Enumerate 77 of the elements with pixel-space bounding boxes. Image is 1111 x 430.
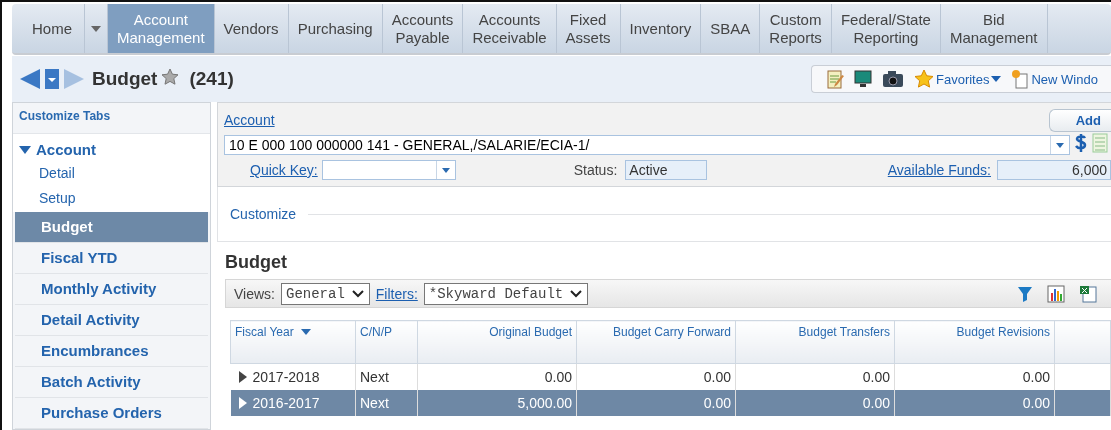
table-cell: 0.00: [862, 395, 890, 411]
column-header[interactable]: Original Budget: [417, 320, 577, 364]
quick-key-field[interactable]: [321, 160, 456, 180]
account-section-header[interactable]: Account: [13, 134, 210, 162]
account-field[interactable]: 10 E 000 100 000000 141 - GENERAL,/SALARIE/ECIA-1/: [224, 135, 1070, 155]
add-button[interactable]: Add: [1048, 108, 1111, 132]
table-cell: 0.00: [862, 369, 890, 385]
column-header[interactable]: Budget Revisions: [894, 320, 1055, 364]
sidebar-item[interactable]: Purchase Orders: [15, 398, 208, 429]
column-header[interactable]: Fiscal Year: [235, 325, 294, 339]
back-arrow-icon[interactable]: [18, 67, 42, 91]
table-cell: 0.00: [544, 369, 572, 385]
available-funds-link[interactable]: Available Funds:: [887, 162, 991, 178]
nav-tab[interactable]: Purchasing: [288, 4, 383, 53]
monitor-icon[interactable]: [854, 70, 872, 88]
table-cell: 0.00: [703, 369, 731, 385]
nav-tab[interactable]: Custom Reports: [760, 4, 832, 53]
column-header[interactable]: Budget Transfers: [735, 320, 895, 364]
sidebar-item[interactable]: Setup: [13, 187, 210, 212]
sidebar-item[interactable]: Fiscal YTD: [15, 243, 208, 274]
table-row[interactable]: 2016-2017 Next 5,000.00 0.00 0.00 0.00: [230, 390, 1111, 416]
nav-tab[interactable]: Home: [12, 4, 85, 53]
account-link[interactable]: Account: [224, 112, 275, 128]
nav-tab[interactable]: Federal/State Reporting: [831, 4, 941, 53]
sidebar-item[interactable]: Encumbrances: [15, 336, 208, 367]
camera-icon[interactable]: [882, 70, 904, 88]
available-funds-field: 6,000: [997, 160, 1111, 180]
table-cell: 2016-2017: [252, 395, 320, 411]
sidebar-item[interactable]: Batch Activity: [15, 367, 208, 398]
table-cell: 0.00: [703, 395, 731, 411]
sidebar-item[interactable]: Detail: [13, 162, 210, 187]
caret-icon[interactable]: [90, 24, 102, 33]
chevron-icon: [569, 288, 584, 299]
filters-link[interactable]: Filters:: [375, 285, 418, 302]
nav-tab[interactable]: Accounts Receivable: [463, 4, 557, 53]
nav-tab[interactable]: Accounts Payable: [382, 4, 464, 53]
sidebar-item[interactable]: Detail Activity: [15, 305, 208, 336]
sidebar-item[interactable]: Budget: [15, 212, 208, 243]
record-count: (241): [189, 68, 234, 90]
filters-dropdown[interactable]: *Skyward Default: [423, 282, 589, 305]
column-header[interactable]: C/N/P: [355, 320, 418, 364]
views-label: Views:: [234, 285, 275, 302]
notepad-icon[interactable]: [826, 69, 844, 89]
section-title: Budget: [225, 252, 288, 273]
customize-link[interactable]: Customize: [230, 206, 297, 222]
sort-caret-icon: [299, 328, 312, 336]
nav-tab[interactable]: Bid Management: [940, 4, 1048, 53]
table-cell: Next: [360, 395, 389, 411]
filter-icon[interactable]: [1017, 285, 1033, 302]
dropdown-icon[interactable]: [44, 68, 60, 90]
new-window-link[interactable]: New Windo: [1011, 69, 1098, 89]
quick-key-link[interactable]: Quick Key:: [250, 162, 318, 178]
star-icon[interactable]: [161, 68, 180, 86]
table-cell: 5,000.00: [517, 395, 572, 411]
nav-tab[interactable]: Inventory: [620, 4, 702, 53]
views-dropdown[interactable]: General: [281, 282, 370, 305]
table-cell: Next: [360, 369, 389, 385]
nav-tab[interactable]: Fixed Assets: [556, 4, 621, 53]
status-field: Active: [625, 160, 708, 180]
nav-tab[interactable]: Vendors: [214, 4, 289, 53]
table-cell: 0.00: [1022, 395, 1050, 411]
table-cell: 2017-2018: [252, 369, 320, 385]
chevron-icon: [350, 288, 365, 299]
page-title: Budget: [92, 68, 158, 90]
bar-chart-icon[interactable]: [1047, 284, 1065, 303]
favorites-menu[interactable]: Favorites: [914, 69, 1002, 89]
caret-icon: [991, 76, 1002, 82]
expand-triangle-icon[interactable]: [238, 371, 247, 383]
star-icon: [914, 69, 934, 89]
status-label: Status:: [573, 162, 618, 178]
sidebar-item[interactable]: Monthly Activity: [15, 274, 208, 305]
table-cell: 0.00: [1022, 369, 1050, 385]
new-window-icon: [1011, 69, 1030, 89]
spreadsheet-icon[interactable]: [1079, 284, 1097, 303]
nav-tab[interactable]: SBAA: [701, 4, 761, 53]
column-header[interactable]: Budget Carry Forward: [576, 320, 736, 364]
dollar-icon[interactable]: [1074, 133, 1088, 153]
